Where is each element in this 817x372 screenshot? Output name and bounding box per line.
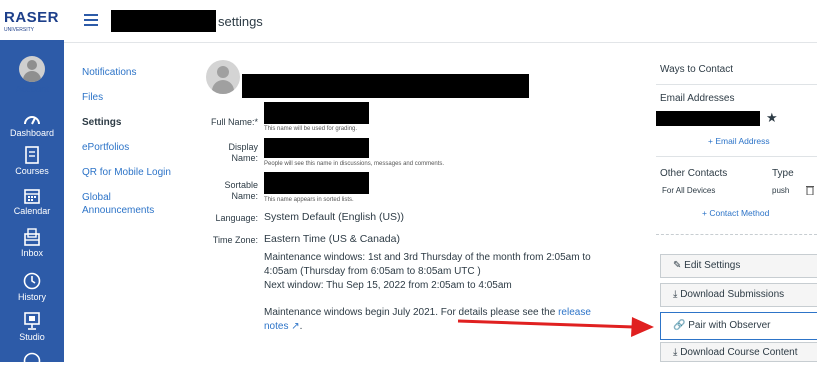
nav-inbox-label: Inbox — [20, 248, 44, 258]
trash-icon[interactable] — [806, 185, 814, 195]
nav-help[interactable] — [0, 352, 64, 372]
studio-icon — [24, 312, 40, 330]
display-name-label: Display — [228, 142, 258, 152]
for-all-devices-label: For All Devices — [662, 186, 716, 195]
download-course-content-label: Download Course Content — [680, 347, 798, 358]
notes-link-text: notes — [264, 321, 289, 332]
subnav-announcements[interactable]: Announcements — [82, 204, 192, 217]
nav-inbox[interactable]: Inbox — [0, 228, 64, 258]
language-value: System Default (English (US)) — [264, 211, 405, 223]
sortable-name-hint: This name appears in sorted lists. — [264, 197, 354, 203]
edit-settings-label: Edit Settings — [684, 260, 741, 271]
next-window: Next window: Thu Sep 15, 2022 from 2:05a… — [264, 280, 512, 291]
download-icon: ⤓ — [673, 347, 678, 358]
download-submissions-label: Download Submissions — [680, 289, 785, 300]
courses-icon — [25, 146, 39, 164]
hamburger-menu-icon[interactable] — [84, 14, 98, 26]
sortable-name-label-2: Name: — [231, 191, 258, 201]
push-type-label: push — [772, 186, 790, 195]
maintenance-line-2: 4:05am (Thursday from 6:05am to 8:05am U… — [264, 266, 481, 277]
global-nav: RASER UNIVERSITY Account Dashboard Cours… — [0, 0, 64, 370]
notes-period: . — [299, 321, 303, 332]
subnav-notifications[interactable]: Notifications — [82, 66, 192, 79]
download-submissions-button[interactable]: ⤓ Download Submissions — [660, 283, 817, 307]
nav-courses-label: Courses — [15, 166, 49, 176]
add-contact-method-link[interactable]: + Contact Method — [702, 208, 769, 218]
full-name-field[interactable] — [264, 102, 369, 124]
ways-to-contact-heading: Ways to Contact — [660, 64, 733, 75]
subnav-qr-mobile-login[interactable]: QR for Mobile Login — [82, 166, 192, 179]
type-column-header: Type — [772, 168, 794, 179]
nav-history-label: History — [17, 292, 46, 302]
nav-studio-label: Studio — [19, 332, 45, 342]
external-link-icon: ↗ — [291, 321, 300, 332]
download-course-content-button[interactable]: ⤓ Download Course Content — [660, 342, 817, 362]
nav-courses[interactable]: Courses — [0, 146, 64, 176]
nav-dashboard[interactable]: Dashboard — [0, 112, 64, 138]
help-icon — [23, 352, 41, 370]
email-addresses-heading: Email Addresses — [660, 93, 735, 104]
redacted-user-name — [111, 10, 216, 32]
logo-subtext: UNIVERSITY — [4, 27, 35, 33]
link-icon: 🔗 — [673, 320, 686, 331]
inbox-icon — [24, 228, 40, 246]
maintenance-info: Maintenance windows: 1st and 3rd Thursda… — [264, 251, 624, 293]
language-label: Language: — [215, 213, 258, 223]
other-contacts-heading: Other Contacts — [660, 168, 728, 179]
full-name-hint: This name will be used for grading. — [264, 126, 358, 132]
full-name-label: Full Name:* — [210, 117, 258, 127]
subnav-global[interactable]: Global — [82, 191, 192, 204]
page-title: settings — [218, 14, 263, 29]
display-name-hint: People will see this name in discussions… — [264, 161, 445, 167]
pair-with-observer-label: Pair with Observer — [688, 320, 771, 331]
subnav-files[interactable]: Files — [82, 91, 192, 104]
nav-dashboard-label: Dashboard — [9, 128, 55, 138]
profile-avatar[interactable] — [206, 60, 240, 94]
nav-history[interactable]: History — [0, 272, 64, 302]
sortable-name-label: Sortable — [224, 180, 258, 190]
display-name-field[interactable] — [264, 138, 369, 158]
edit-settings-button[interactable]: ✎ Edit Settings — [660, 254, 817, 278]
nav-calendar[interactable]: Calendar — [0, 188, 64, 216]
sortable-name-field[interactable] — [264, 172, 369, 194]
divider — [656, 84, 817, 85]
nav-calendar-label: Calendar — [13, 206, 51, 216]
display-name-label-2: Name: — [231, 153, 258, 163]
subnav-settings[interactable]: Settings — [82, 116, 192, 129]
history-icon — [23, 272, 41, 290]
nav-account-label: Account — [15, 84, 49, 94]
redacted-profile-name — [242, 74, 529, 98]
nav-account[interactable]: Account — [0, 56, 64, 94]
divider — [656, 156, 817, 157]
calendar-icon — [24, 189, 40, 204]
top-bar: settings — [64, 0, 817, 43]
logo-text: RASER — [4, 9, 60, 26]
add-email-link[interactable]: + Email Address — [708, 136, 770, 146]
settings-subnav: Notifications Files Settings ePortfolios… — [82, 66, 192, 217]
maintenance-line-1: Maintenance windows: 1st and 3rd Thursda… — [264, 252, 591, 263]
avatar-icon — [19, 56, 45, 82]
timezone-value: Eastern Time (US & Canada) — [264, 233, 400, 245]
redacted-email — [656, 111, 760, 126]
download-icon: ⤓ — [673, 289, 678, 300]
timezone-label: Time Zone: — [212, 235, 258, 245]
dashed-divider — [656, 234, 817, 236]
dashboard-icon — [24, 116, 40, 125]
pencil-icon: ✎ — [673, 260, 682, 271]
subnav-eportfolios[interactable]: ePortfolios — [82, 141, 192, 154]
nav-studio[interactable]: Studio — [0, 312, 64, 342]
logo[interactable]: RASER UNIVERSITY — [0, 0, 64, 40]
red-arrow-annotation — [457, 317, 654, 337]
default-star-icon: ★ — [766, 110, 778, 125]
pair-with-observer-button[interactable]: 🔗 Pair with Observer — [660, 312, 817, 340]
